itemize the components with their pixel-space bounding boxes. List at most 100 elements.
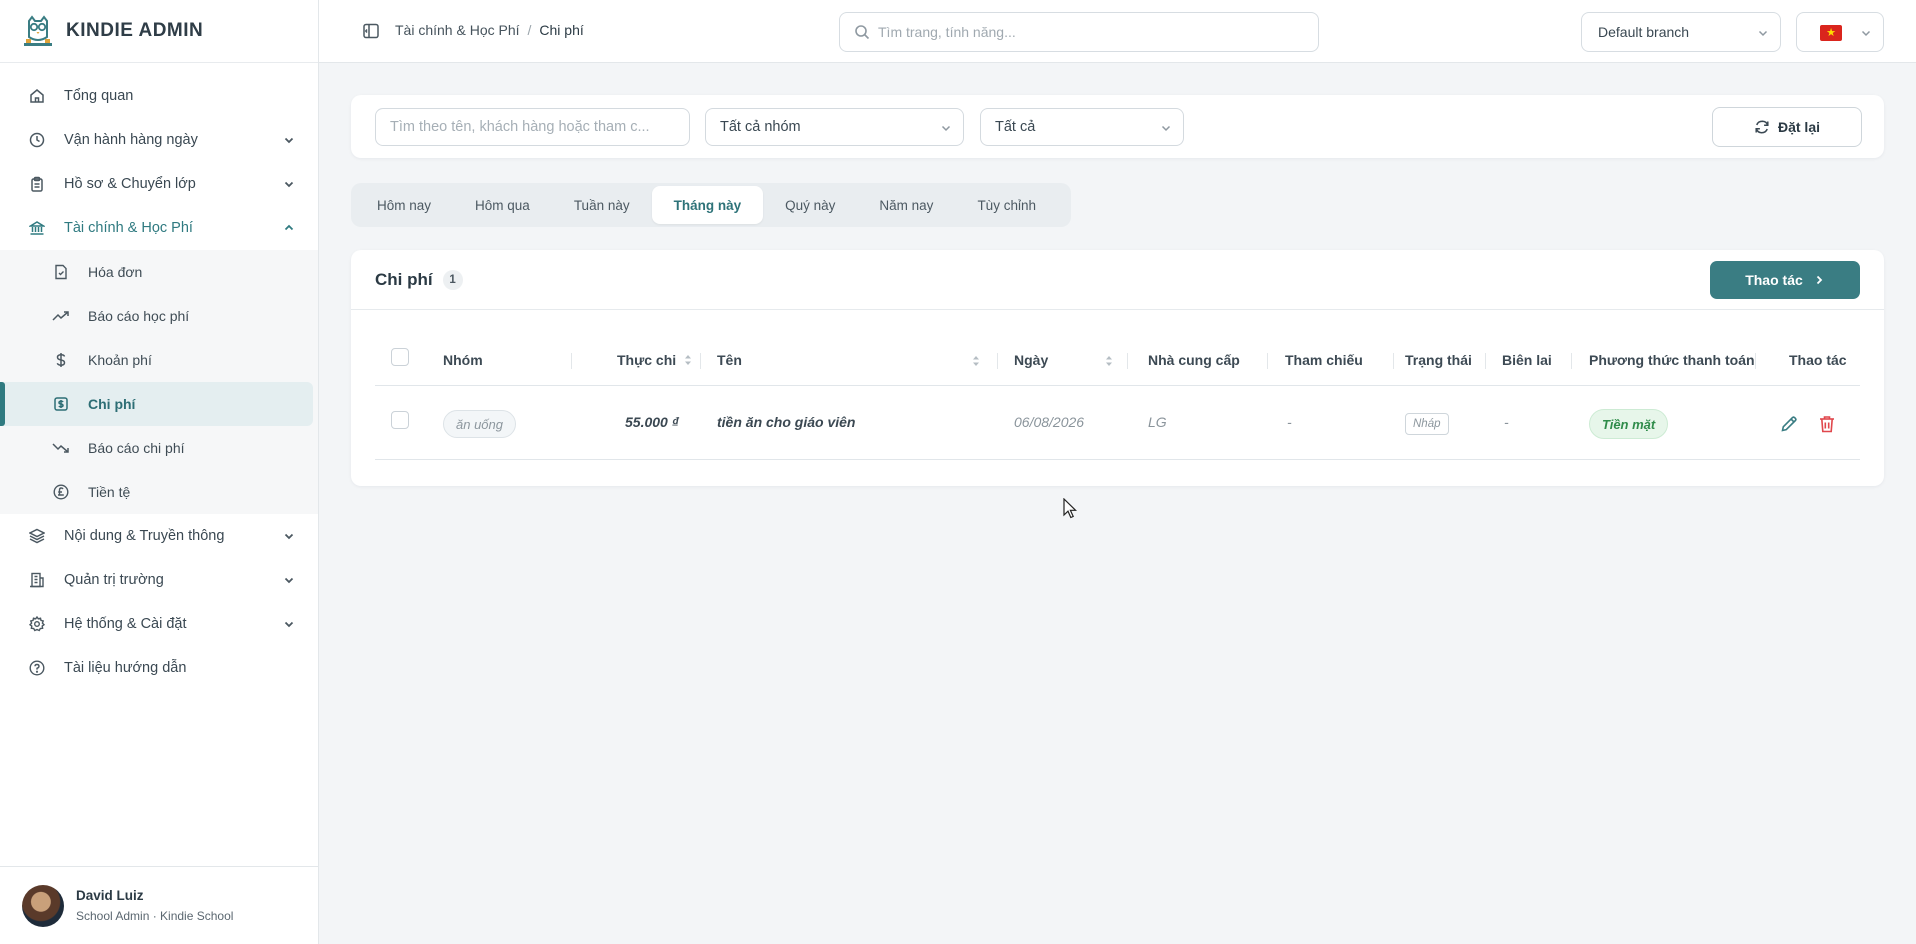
sidebar-subitem-expense-report[interactable]: Báo cáo chi phí (0, 426, 318, 470)
sidebar-subitem-currency[interactable]: Tiền tệ (0, 470, 318, 514)
topbar: Tài chính & Học Phí / Chi phí Tìm trang,… (319, 0, 1916, 63)
sidebar-item-label: Tài liệu hướng dẫn (64, 660, 187, 676)
building-icon (28, 571, 46, 589)
amount-cell: 55.000 ₫ (625, 414, 679, 430)
chevron-down-icon (284, 621, 294, 628)
th-payment-label: Phương thức thanh toán (1589, 352, 1755, 368)
column-divider (1755, 353, 1756, 369)
breadcrumb-parent[interactable]: Tài chính & Học Phí (395, 22, 520, 38)
column-divider (700, 353, 701, 369)
date-cell: 06/08/2026 (1014, 414, 1085, 430)
chevron-up-icon (284, 224, 294, 231)
th-receipt[interactable]: Biên lai (1502, 352, 1552, 368)
tab-this-quarter[interactable]: Quý này (763, 186, 857, 224)
actions-label: Thao tác (1745, 272, 1803, 288)
sidebar-item-label: Hóa đơn (88, 264, 143, 280)
sidebar-item-finance[interactable]: Tài chính & Học Phí (0, 206, 318, 250)
select-all-checkbox[interactable] (391, 348, 409, 366)
sidebar-item-overview[interactable]: Tổng quan (0, 74, 318, 118)
chevron-down-icon (1861, 30, 1871, 37)
th-actions-label: Thao tác (1789, 352, 1847, 368)
column-divider (1571, 353, 1572, 369)
card-header: Chi phí 1 Thao tác (351, 250, 1884, 310)
tab-today[interactable]: Hôm nay (355, 186, 453, 224)
edit-pencil-icon[interactable] (1779, 414, 1799, 434)
tab-custom[interactable]: Tùy chỉnh (955, 186, 1058, 224)
expense-search-placeholder: Tìm theo tên, khách hàng hoặc tham c... (390, 119, 650, 135)
sidebar-subitem-invoices[interactable]: Hóa đơn (0, 250, 318, 294)
th-date[interactable]: Ngày (1014, 352, 1048, 368)
th-status[interactable]: Trạng thái (1405, 352, 1472, 368)
global-search-input[interactable]: Tìm trang, tính năng... (839, 12, 1319, 52)
column-divider (1393, 353, 1394, 369)
receipt-dollar-icon (52, 395, 70, 413)
chevron-down-icon (941, 125, 951, 132)
th-supplier[interactable]: Nhà cung cấp (1148, 352, 1240, 368)
gear-icon (28, 615, 46, 633)
expense-search-input[interactable]: Tìm theo tên, khách hàng hoặc tham c... (375, 108, 690, 146)
count-badge: 1 (442, 270, 463, 290)
sidebar-item-label: Nội dung & Truyền thông (64, 528, 225, 544)
sidebar-item-label: Khoản phí (88, 352, 152, 368)
owl-logo-icon (24, 15, 52, 46)
tab-this-year[interactable]: Năm nay (857, 186, 955, 224)
breadcrumb-current: Chi phí (539, 22, 584, 38)
chevron-down-icon (1758, 30, 1768, 37)
actions-button[interactable]: Thao tác (1710, 261, 1860, 299)
sidebar-item-records[interactable]: Hồ sơ & Chuyển lớp (0, 162, 318, 206)
sidebar-item-system-settings[interactable]: Hệ thống & Cài đặt (0, 602, 318, 646)
brand-name: KINDIE ADMIN (66, 20, 204, 41)
delete-trash-icon[interactable] (1817, 414, 1837, 434)
column-divider (571, 353, 572, 369)
reset-label: Đặt lại (1777, 119, 1820, 135)
group-filter-select[interactable]: Tất cả nhóm (705, 108, 964, 146)
th-reference-label: Tham chiếu (1285, 352, 1363, 368)
sidebar-item-label: Chi phí (88, 396, 136, 412)
th-amount[interactable]: Thực chi (617, 352, 692, 368)
th-reference[interactable]: Tham chiếu (1285, 352, 1363, 368)
sidebar-subitem-expenses[interactable]: Chi phí (0, 382, 313, 426)
th-name[interactable]: Tên (717, 352, 742, 368)
bank-icon (28, 219, 46, 237)
pound-icon (52, 483, 70, 501)
mouse-cursor-icon (1063, 498, 1077, 519)
th-actions: Thao tác (1789, 352, 1847, 368)
name-cell: tiền ăn cho giáo viên (717, 414, 856, 430)
th-group[interactable]: Nhóm (443, 352, 483, 368)
brand[interactable]: KINDIE ADMIN (0, 0, 318, 63)
card-title: Chi phí 1 (375, 270, 463, 290)
sidebar-item-daily-operations[interactable]: Vận hành hàng ngày (0, 118, 318, 162)
period-tabs: Hôm nay Hôm qua Tuần này Tháng này Quý n… (351, 183, 1071, 227)
sidebar-item-content[interactable]: Nội dung & Truyền thông (0, 514, 318, 558)
sidebar-item-docs[interactable]: Tài liệu hướng dẫn (0, 646, 318, 690)
status-filter-select[interactable]: Tất cả (980, 108, 1184, 146)
sidebar-subitem-fees[interactable]: Khoản phí (0, 338, 318, 382)
reset-button[interactable]: Đặt lại (1712, 107, 1862, 147)
trending-down-icon (52, 439, 70, 457)
chevron-down-icon (284, 577, 294, 584)
row-checkbox[interactable] (391, 411, 409, 429)
avatar (22, 884, 64, 927)
sidebar-item-school-admin[interactable]: Quản trị trường (0, 558, 318, 602)
sidebar-item-label: Tài chính & Học Phí (64, 220, 193, 236)
breadcrumb-separator: / (527, 22, 532, 38)
sidebar-toggle-icon[interactable] (362, 22, 380, 40)
tab-this-week[interactable]: Tuần này (552, 186, 652, 224)
sort-icon (1106, 356, 1112, 366)
finance-subnav: Hóa đơn Báo cáo học phí Khoản phí Chi ph… (0, 250, 318, 514)
chevron-down-icon (284, 181, 294, 188)
th-amount-label: Thực chi (617, 352, 677, 368)
sidebar-subitem-tuition-report[interactable]: Báo cáo học phí (0, 294, 318, 338)
branch-select[interactable]: Default branch (1581, 12, 1781, 52)
th-payment[interactable]: Phương thức thanh toán (1589, 352, 1755, 368)
th-receipt-label: Biên lai (1502, 352, 1552, 368)
tab-yesterday[interactable]: Hôm qua (453, 186, 552, 224)
sidebar-item-label: Quản trị trường (64, 572, 164, 588)
th-supplier-label: Nhà cung cấp (1148, 352, 1240, 368)
user-profile[interactable]: David Luiz School Admin · Kindie School (0, 866, 318, 944)
tab-this-month[interactable]: Tháng này (651, 186, 764, 224)
chevron-right-icon (1816, 275, 1823, 285)
language-select[interactable]: ★ (1796, 12, 1884, 52)
table-row[interactable]: ăn uống 55.000 ₫ tiền ăn cho giáo viên 0… (375, 388, 1860, 460)
search-icon (855, 25, 870, 40)
